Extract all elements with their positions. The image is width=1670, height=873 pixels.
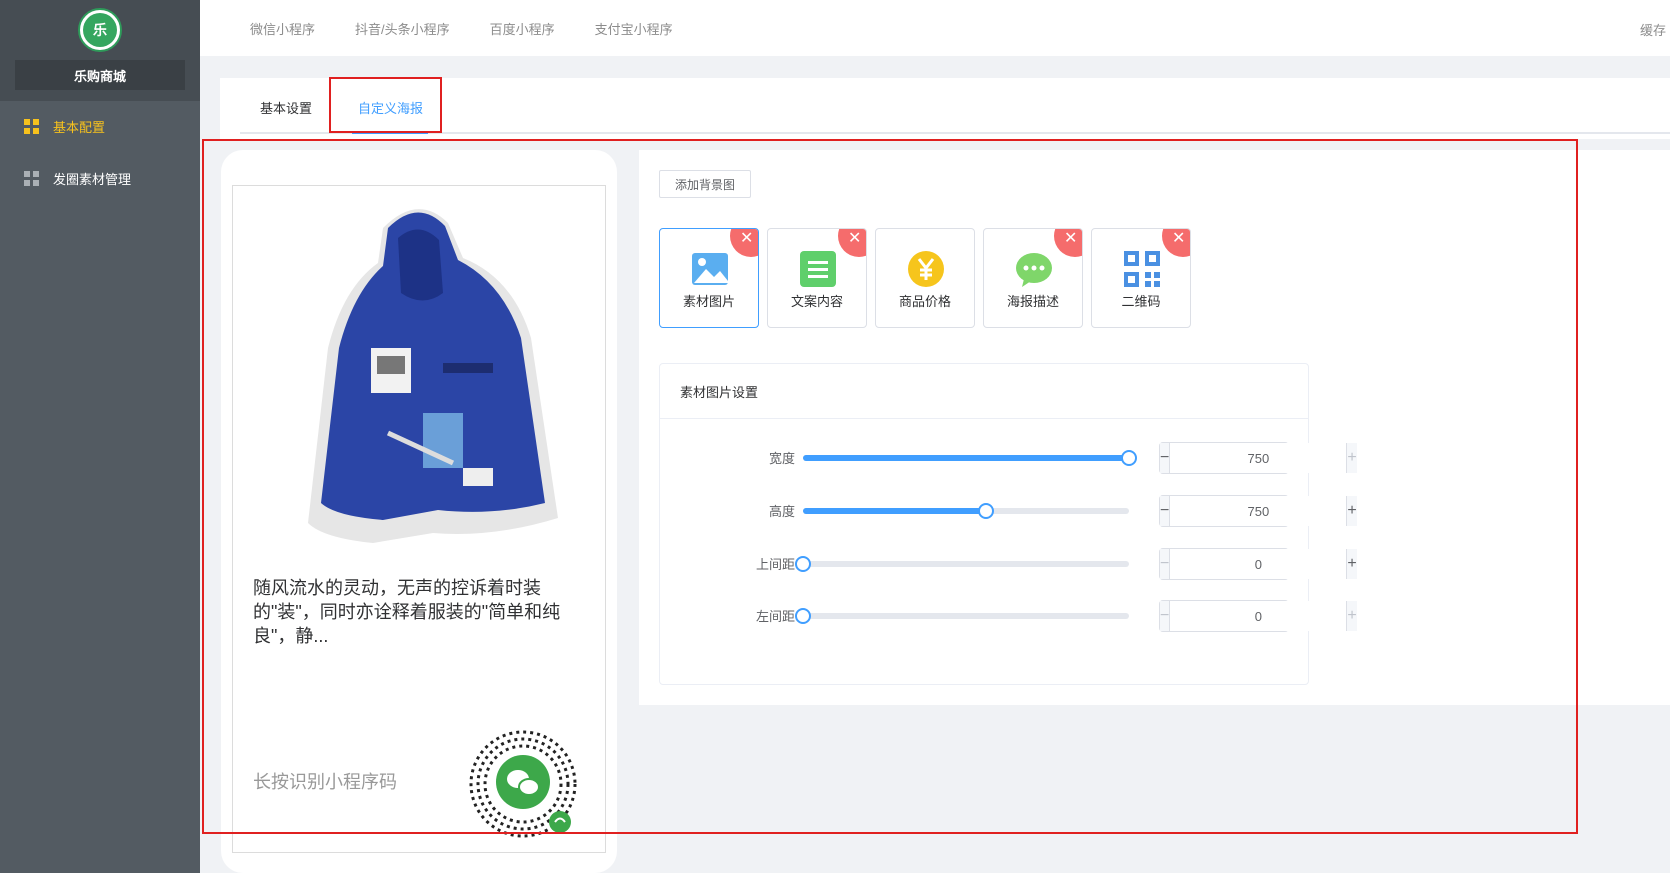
sidebar-item-basic-config[interactable]: 基本配置 xyxy=(0,108,200,144)
sidebar-header: 乐 乐购商城 xyxy=(0,0,200,101)
tab-basic-settings[interactable]: 基本设置 xyxy=(260,98,312,117)
logo-mark: 乐 xyxy=(83,13,117,47)
nav-baidu-miniprogram[interactable]: 百度小程序 xyxy=(490,19,555,38)
sidebar-item-label: 发圈素材管理 xyxy=(53,171,132,187)
grid-icon xyxy=(24,118,39,134)
grid-icon xyxy=(24,170,39,186)
highlight-box-tab xyxy=(329,77,442,133)
nav-alipay-miniprogram[interactable]: 支付宝小程序 xyxy=(595,19,673,38)
cache-link[interactable]: 缓存 xyxy=(1640,20,1670,39)
highlight-box-editor xyxy=(202,139,1578,834)
shop-name[interactable]: 乐购商城 xyxy=(15,60,185,90)
top-nav: 微信小程序 抖音/头条小程序 百度小程序 支付宝小程序 缓存 xyxy=(200,0,1670,56)
sidebar-item-material-management[interactable]: 发圈素材管理 xyxy=(0,160,200,196)
shop-logo[interactable]: 乐 xyxy=(78,8,122,52)
sidebar: 乐 乐购商城 基本配置 发圈素材管理 xyxy=(0,0,200,873)
sidebar-item-label: 基本配置 xyxy=(53,119,106,135)
tab-bar: 基本设置 自定义海报 xyxy=(240,78,1670,134)
nav-wechat-miniprogram[interactable]: 微信小程序 xyxy=(250,19,315,38)
nav-douyin-miniprogram[interactable]: 抖音/头条小程序 xyxy=(355,19,450,38)
